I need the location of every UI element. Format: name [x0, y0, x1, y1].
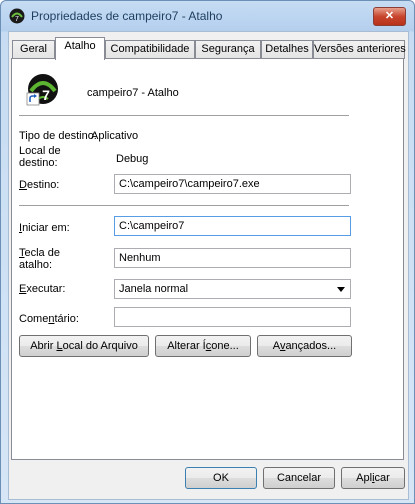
- tab-detalhes[interactable]: Detalhes: [261, 40, 313, 59]
- shortcut-key-label: Tecla de atalho:: [19, 247, 60, 271]
- campeiro-app-icon: 7: [9, 8, 25, 24]
- separator: [19, 115, 349, 117]
- open-file-location-button[interactable]: Abrir Local do Arquivo: [19, 335, 149, 357]
- apply-button[interactable]: Aplicar: [341, 467, 405, 489]
- comment-field[interactable]: [114, 307, 351, 327]
- svg-text:7: 7: [15, 16, 19, 23]
- close-button[interactable]: ✕: [373, 7, 406, 26]
- target-label: Destino:: [19, 179, 60, 191]
- tab-versoes-anteriores[interactable]: Versões anteriores: [313, 40, 406, 59]
- shortcut-arrow-icon: [26, 92, 40, 106]
- separator: [19, 205, 349, 207]
- run-select-value: Janela normal: [119, 283, 189, 295]
- target-location-value: Debug: [116, 153, 149, 165]
- tab-atalho[interactable]: Atalho: [55, 37, 105, 60]
- window-title: Propriedades de campeiro7 - Atalho: [31, 9, 223, 23]
- shortcut-name: campeiro7 - Atalho: [87, 87, 179, 99]
- chevron-down-icon: [337, 287, 345, 292]
- svg-text:7: 7: [42, 87, 50, 103]
- dialog-client-area: Geral Atalho Compatibilidade Segurança D…: [8, 31, 409, 500]
- properties-window: 7 Propriedades de campeiro7 - Atalho ✕ G…: [0, 0, 415, 504]
- target-type-value: Aplicativo: [91, 130, 139, 142]
- advanced-button[interactable]: Avançados...: [257, 335, 352, 357]
- tab-geral[interactable]: Geral: [12, 40, 55, 59]
- title-bar[interactable]: 7 Propriedades de campeiro7 - Atalho ✕: [1, 1, 414, 31]
- shortcut-tab-panel: 7 campeiro7 - Atalho Tipo de destino: Ap…: [11, 58, 404, 460]
- target-field[interactable]: C:\campeiro7\campeiro7.exe: [114, 174, 351, 194]
- target-type-label: Tipo de destino:: [19, 130, 97, 142]
- shortcut-key-field[interactable]: Nenhum: [114, 248, 351, 268]
- campeiro-app-icon: 7: [26, 74, 58, 106]
- close-icon: ✕: [384, 10, 395, 22]
- tab-seguranca[interactable]: Segurança: [195, 40, 261, 59]
- start-in-label: Iniciar em:: [19, 222, 70, 234]
- cancel-button[interactable]: Cancelar: [263, 467, 335, 489]
- run-label: Executar:: [19, 283, 66, 295]
- target-location-label: Local de destino:: [19, 145, 61, 169]
- ok-button[interactable]: OK: [185, 467, 257, 489]
- run-select[interactable]: Janela normal: [114, 279, 351, 299]
- start-in-field[interactable]: C:\campeiro7: [114, 216, 351, 236]
- change-icon-button[interactable]: Alterar Ícone...: [155, 335, 251, 357]
- comment-label: Comentário:: [19, 313, 79, 325]
- tab-compatibilidade[interactable]: Compatibilidade: [105, 40, 195, 59]
